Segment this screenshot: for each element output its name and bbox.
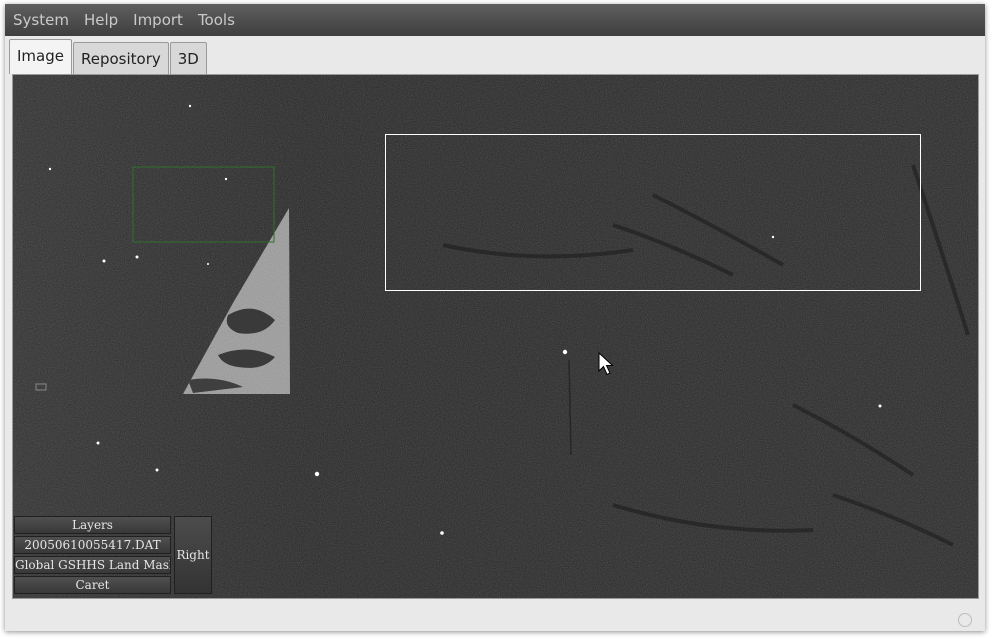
layer-20050610055417-dat[interactable]: 20050610055417.DAT: [14, 536, 171, 554]
right-button[interactable]: Right: [174, 516, 212, 594]
layer-gshhs-land-mask[interactable]: Global GSHHS Land Mask: [14, 556, 171, 574]
menu-help[interactable]: Help: [76, 4, 125, 36]
tab-repository[interactable]: Repository: [72, 42, 169, 74]
menu-import[interactable]: Import: [125, 4, 190, 36]
layer-caret[interactable]: Caret: [14, 576, 171, 594]
menu-bar: System Help Import Tools: [5, 4, 985, 36]
app-window: System Help Import Tools Image Repositor…: [5, 4, 985, 631]
tab-3d[interactable]: 3D: [169, 42, 207, 74]
tab-bar: Image Repository 3D: [9, 38, 208, 74]
menu-system[interactable]: System: [5, 4, 76, 36]
status-circle-icon[interactable]: [958, 613, 972, 627]
tab-image[interactable]: Image: [9, 39, 72, 74]
image-viewport[interactable]: Layers 20050610055417.DAT Global GSHHS L…: [12, 74, 979, 599]
layers-header-button[interactable]: Layers: [14, 516, 171, 534]
menu-tools[interactable]: Tools: [190, 4, 242, 36]
